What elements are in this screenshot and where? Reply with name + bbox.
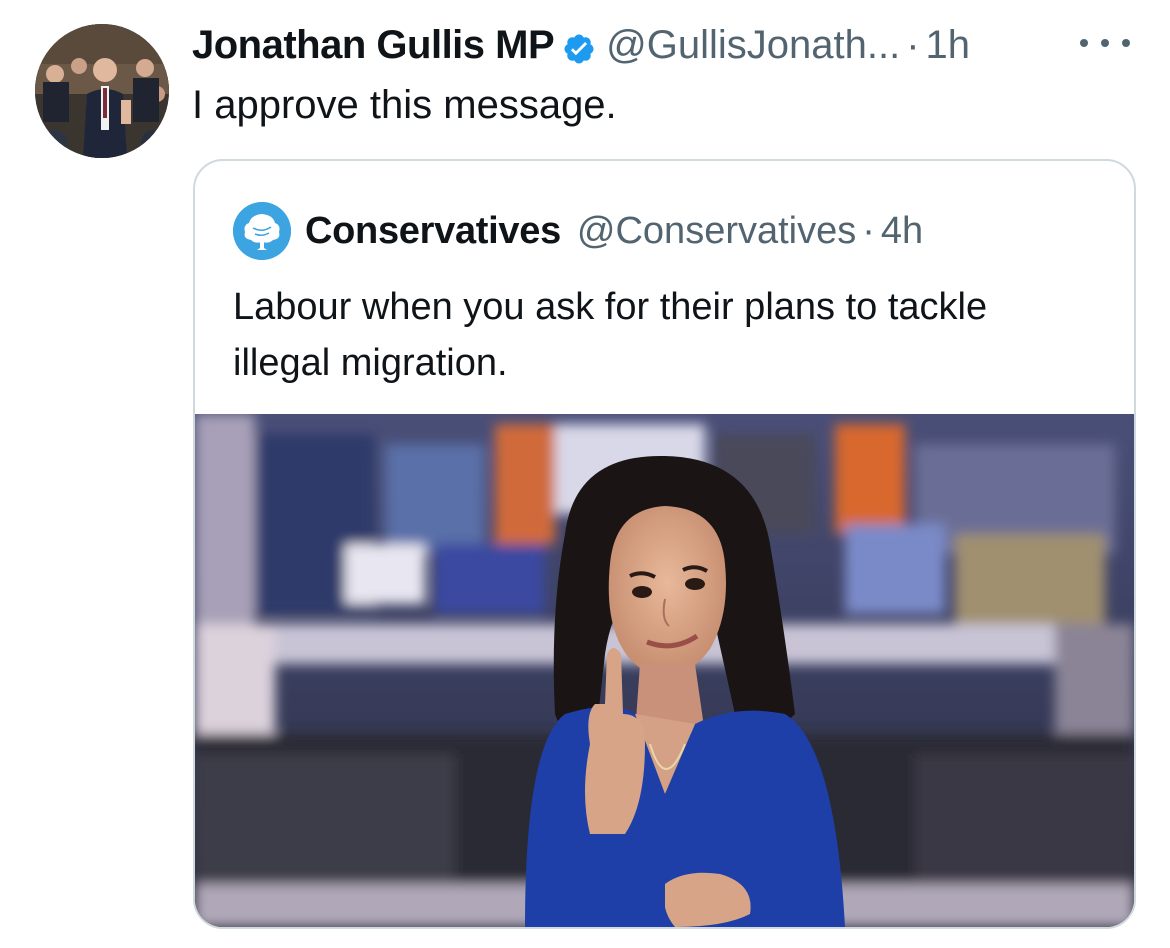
tweet-header: Jonathan Gullis MP @GullisJonath... · 1h: [192, 20, 970, 70]
tweet-timestamp[interactable]: 1h: [926, 20, 971, 70]
tweet[interactable]: Jonathan Gullis MP @GullisJonath... · 1h…: [0, 0, 1170, 948]
quoted-media[interactable]: [195, 414, 1134, 927]
news-presenter-photo-icon: [195, 414, 1134, 927]
quoted-tweet[interactable]: Conservatives @Conservatives · 4h Labour…: [193, 159, 1136, 929]
quoted-tweet-text: Labour when you ask for their plans to t…: [233, 286, 988, 384]
separator-dot: ·: [862, 209, 875, 252]
profile-photo-icon: [35, 24, 169, 158]
quoted-author-handle[interactable]: @Conservatives: [577, 210, 856, 253]
quoted-timestamp[interactable]: 4h: [881, 210, 923, 253]
separator-dot: ·: [906, 23, 920, 67]
author-handle[interactable]: @GullisJonath...: [606, 20, 900, 70]
quoted-tweet-header: Conservatives @Conservatives · 4h: [233, 202, 923, 260]
more-options-icon[interactable]: [1080, 28, 1130, 58]
tweet-text: I approve this message.: [192, 83, 617, 127]
verified-badge-icon: [562, 28, 596, 64]
quoted-author-name[interactable]: Conservatives: [305, 210, 561, 253]
author-name[interactable]: Jonathan Gullis MP: [192, 20, 555, 70]
author-avatar[interactable]: [35, 24, 169, 158]
conservatives-tree-logo-icon[interactable]: [233, 202, 291, 260]
